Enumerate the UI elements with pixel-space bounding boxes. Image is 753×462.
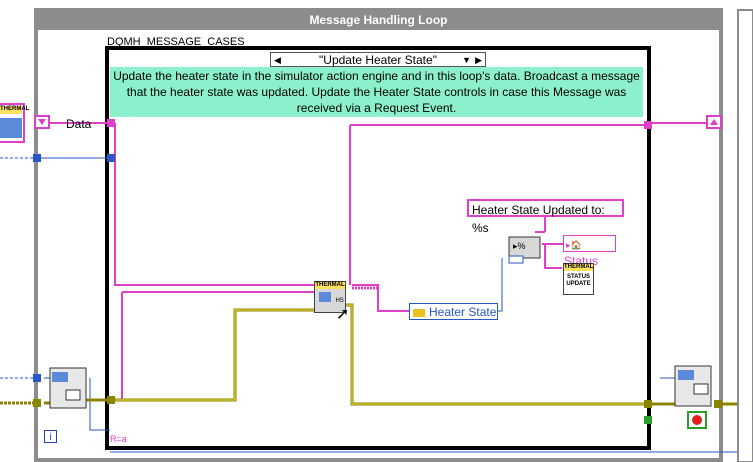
comment-box[interactable]: Update the heater state in the simulator… [110,67,643,117]
shift-registers [34,115,722,129]
status-update-vi[interactable]: THERMAL STATUS UPDATE [563,263,594,295]
cursor-icon: ➚ [336,306,350,323]
cluster-wires [0,157,753,453]
status-local-variable[interactable]: ▸🏠 Status [563,235,616,268]
case-next-arrow-icon[interactable]: ▶ [475,53,482,68]
status-update-line2: UPDATE [566,281,591,287]
case-prev-arrow-icon[interactable]: ◀ [274,53,281,68]
thermal-vi-header: THERMAL [315,282,345,289]
local-variable-icon: ▸🏠 [566,240,582,250]
error-wires [0,303,753,406]
tunnels [33,119,722,424]
indicator-arrow-icon [413,308,425,317]
case-structure-label: DQMH_MESSAGE_CASES [107,36,245,48]
play-icon [319,292,331,302]
case-selector-value: "Update Heater State" [319,53,437,67]
register-label: R=a [110,434,127,444]
status-update-header: THERMAL [564,264,594,271]
heater-state-label: Heater State [429,305,497,319]
while-loop-title: Message Handling Loop [36,10,721,30]
left-edge-thermal-header: THERMAL [0,106,30,112]
data-wire-label: Data [66,117,92,131]
svg-text:▸%: ▸% [513,241,526,251]
format-string-constant[interactable]: Heater State Updated to: %s [467,199,624,235]
status-update-line1: STATUS [566,274,591,280]
format-into-string-node: ▸% [508,236,541,264]
stop-terminal [687,411,707,429]
heater-state-indicator[interactable]: Heater State [409,303,498,320]
case-selector[interactable]: ◀ "Update Heater State" ▼ ▶ [270,52,486,67]
info-icon[interactable]: i [44,430,57,443]
case-dropdown-arrow-icon[interactable]: ▼ [462,53,471,68]
